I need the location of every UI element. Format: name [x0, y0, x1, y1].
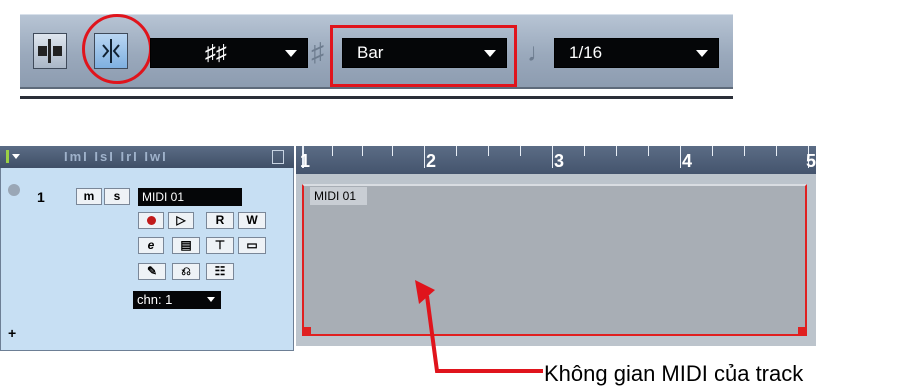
record-icon — [146, 216, 156, 225]
ruler-tick — [648, 146, 649, 156]
window-toggle-icon[interactable] — [272, 150, 284, 164]
highlight-circle — [82, 14, 152, 84]
chevron-down-icon — [285, 50, 297, 57]
ruler-tick — [520, 146, 521, 156]
monitor-button[interactable]: ▷ — [168, 212, 194, 229]
ruler-tick — [712, 146, 713, 156]
ruler-bar-3: 3 — [554, 151, 565, 171]
ruler-tick — [424, 146, 425, 168]
timebase-button[interactable]: ⊤ — [206, 237, 234, 254]
lane-icon: ▤ — [180, 238, 192, 252]
folder-button[interactable]: ▭ — [238, 237, 266, 254]
record-button[interactable] — [138, 212, 164, 229]
chevron-down-icon — [696, 50, 708, 57]
snap-icon — [38, 39, 62, 63]
mute-button[interactable]: m — [76, 188, 102, 205]
pencil-icon: ✎ — [146, 264, 158, 278]
keyboard-button[interactable]: ☷ — [206, 263, 234, 280]
solo-button[interactable]: s — [104, 188, 130, 205]
toolbar-divider — [20, 96, 733, 99]
ruler-bar-1: 1 — [300, 151, 311, 171]
annotation-caption: Không gian MIDI của track — [544, 361, 804, 386]
ruler-tick — [332, 146, 333, 156]
chevron-down-icon — [12, 154, 20, 159]
keyboard-icon: ☷ — [214, 264, 226, 278]
timebase-icon: ⊤ — [214, 238, 226, 252]
lock-button[interactable]: ⎌ — [172, 263, 200, 280]
edit-instrument-button[interactable]: e — [138, 237, 164, 254]
speaker-icon: ▷ — [176, 213, 186, 227]
ruler-tick — [680, 146, 681, 168]
track-color-icon — [8, 184, 20, 196]
ruler-tick — [776, 146, 777, 156]
track-number: 1 — [37, 189, 45, 205]
note-length-icon: ♩ — [527, 37, 553, 67]
read-automation-button[interactable]: R — [206, 212, 234, 229]
ruler-tick — [456, 146, 457, 156]
grid-type-select[interactable]: ♯♯ — [150, 38, 308, 68]
ruler-tick — [584, 146, 585, 156]
grid-icon: ♯ — [311, 37, 324, 67]
ruler-tick — [552, 146, 553, 168]
ruler-bar-5: 5 — [806, 151, 817, 171]
midi-channel-select[interactable]: chn: 1 — [133, 291, 221, 309]
write-automation-button[interactable]: W — [238, 212, 266, 229]
ruler-tick — [362, 146, 363, 156]
annotation-arrow — [415, 280, 543, 373]
toolbar: ♯♯ ♯ Bar ♩ 1/16 — [0, 0, 733, 100]
track-list-header: ImI IsI IrI IwI — [0, 146, 294, 168]
ruler-tick — [744, 146, 745, 156]
highlight-box — [330, 25, 517, 87]
midi-channel-value: chn: 1 — [137, 292, 173, 307]
length-quantize-value: 1/16 — [569, 43, 603, 62]
lane-type-icon: ▭ — [246, 238, 258, 252]
midi-part-label: MIDI 01 — [310, 187, 367, 205]
add-icon[interactable]: + — [8, 325, 16, 341]
grid-type-value: ♯♯ — [205, 40, 227, 65]
drum-map-button[interactable]: ✎ — [138, 263, 166, 280]
length-quantize-select[interactable]: 1/16 — [554, 38, 719, 68]
ruler-tick — [392, 146, 393, 156]
ruler-bar-4: 4 — [682, 151, 693, 171]
ruler-tick — [616, 146, 617, 156]
snap-button[interactable] — [33, 33, 67, 69]
part-handle-left[interactable] — [302, 327, 311, 336]
lock-icon: ⎌ — [181, 264, 191, 278]
global-track-controls: ImI IsI IrI IwI — [64, 149, 168, 164]
timeline-ruler[interactable]: 1 2 3 4 5 — [296, 146, 816, 174]
lane-button[interactable]: ▤ — [172, 237, 200, 254]
part-handle-right[interactable] — [798, 327, 807, 336]
ruler-bar-2: 2 — [426, 151, 437, 171]
track-name-field[interactable]: MIDI 01 — [138, 188, 242, 206]
chevron-down-icon — [207, 297, 215, 302]
ruler-tick — [488, 146, 489, 156]
